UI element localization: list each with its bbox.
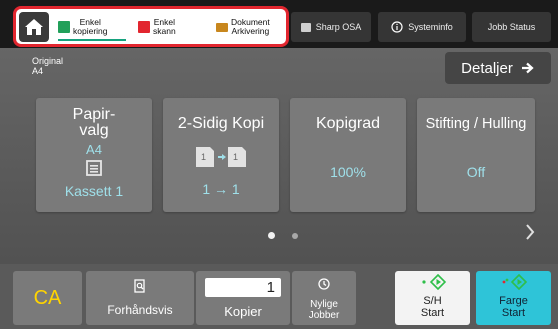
- page-dot-active[interactable]: [268, 232, 275, 239]
- staple-punch-tile[interactable]: Stifting / Hulling Off: [417, 98, 535, 212]
- shortcut-easy-scan-line2: skann: [153, 26, 176, 36]
- copy-icon: [58, 21, 70, 33]
- recent-jobs-line1: Nylige: [310, 299, 338, 310]
- filing-icon: [216, 22, 228, 32]
- preview-button[interactable]: Forhåndsvis: [86, 271, 194, 325]
- copies-button[interactable]: 1 Kopier: [196, 271, 290, 325]
- preview-icon: [134, 279, 145, 293]
- chevron-right-icon: [526, 224, 535, 240]
- duplex-mode-value: 1 → 1: [202, 181, 240, 197]
- sharp-osa-label: Sharp OSA: [315, 22, 362, 32]
- shortcut-easy-scan[interactable]: Enkel skann: [138, 12, 198, 42]
- paper-select-title-line2: valg: [79, 122, 109, 139]
- home-icon: [25, 19, 43, 35]
- copies-count-field[interactable]: 1: [205, 278, 281, 297]
- paper-size-value: A4: [86, 142, 102, 157]
- svg-text:1: 1: [201, 152, 206, 162]
- duplex-icon: 1 1: [196, 147, 246, 167]
- color-start-line1: Farge: [499, 295, 528, 307]
- density-value: 100%: [330, 164, 366, 180]
- preview-label: Forhåndsvis: [107, 303, 173, 317]
- copies-label: Kopier: [224, 304, 262, 319]
- clear-all-label: CA: [33, 287, 62, 309]
- details-label: Detaljer: [461, 59, 513, 77]
- history-icon: [318, 278, 330, 290]
- paper-select-title-line1: Papir-: [72, 106, 116, 123]
- paper-select-tile[interactable]: Papir- valg A4 Kassett 1: [36, 98, 152, 212]
- start-icon: [421, 273, 446, 291]
- bw-start-button[interactable]: S/H Start: [395, 271, 470, 325]
- shortcut-easy-copy[interactable]: Enkel kopiering: [58, 12, 128, 42]
- svg-text:1: 1: [233, 152, 238, 162]
- recent-jobs-button[interactable]: Nylige Jobber: [292, 271, 356, 325]
- bw-start-line1: S/H: [423, 295, 442, 307]
- job-status-button[interactable]: Jobb Status: [472, 12, 551, 42]
- staple-punch-title: Stifting / Hulling: [425, 116, 527, 132]
- copy-home-screen: Enkel kopiering Enkel skann Dokument Ark…: [0, 0, 558, 329]
- density-tile[interactable]: Kopigrad 100%: [290, 98, 406, 212]
- recent-jobs-line2: Jobber: [308, 310, 340, 321]
- home-button[interactable]: [19, 12, 49, 42]
- info-icon: [391, 21, 403, 33]
- color-start-line2: Start: [501, 307, 526, 319]
- job-status-label: Jobb Status: [487, 22, 536, 32]
- staple-punch-value: Off: [466, 164, 486, 180]
- arrow-right-icon: [521, 62, 534, 74]
- bw-start-line2: Start: [420, 307, 445, 319]
- next-page-arrow[interactable]: [524, 222, 536, 248]
- shortcut-document-filing[interactable]: Dokument Arkivering: [216, 12, 288, 42]
- details-button[interactable]: Detaljer: [445, 52, 551, 84]
- shortcut-easy-copy-line2: kopiering: [73, 26, 108, 36]
- original-value: A4: [32, 66, 44, 76]
- system-info-button[interactable]: Systeminfo: [378, 12, 466, 42]
- density-title: Kopigrad: [315, 115, 381, 132]
- original-label: Original: [32, 56, 64, 66]
- original-size-info: Original A4: [32, 56, 63, 76]
- osa-icon: [300, 22, 311, 32]
- start-icon: [502, 273, 527, 291]
- paper-tray-value: Kassett 1: [64, 183, 124, 199]
- tray-icon: [86, 160, 102, 176]
- page-dot-inactive[interactable]: [292, 233, 298, 239]
- color-start-button[interactable]: Farge Start: [476, 271, 551, 325]
- system-info-label: Systeminfo: [408, 22, 453, 32]
- duplex-copy-tile[interactable]: 2-Sidig Kopi 1 1 1 → 1: [163, 98, 279, 212]
- duplex-copy-title: 2-Sidig Kopi: [177, 115, 265, 132]
- scan-icon: [138, 21, 150, 33]
- sharp-osa-button[interactable]: Sharp OSA: [291, 12, 371, 42]
- shortcut-document-filing-line2: Arkivering: [231, 26, 270, 36]
- active-shortcut-indicator: [58, 39, 126, 41]
- clear-all-button[interactable]: CA: [13, 271, 82, 325]
